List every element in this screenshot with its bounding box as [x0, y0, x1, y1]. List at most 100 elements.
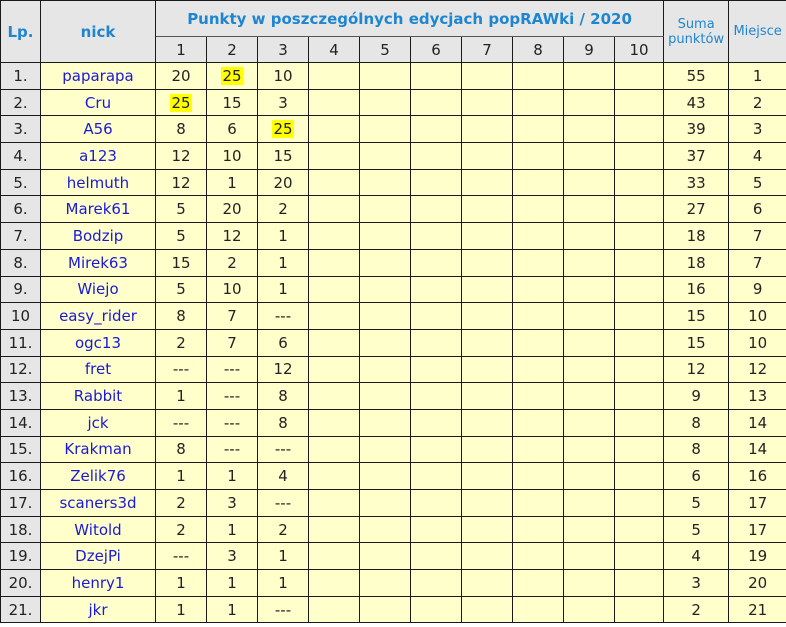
cell-score-edition-2: 3	[206, 489, 258, 517]
cell-score-edition-6	[410, 168, 462, 197]
table-row: 21. jkr 1 1 --- 2 21	[0, 595, 786, 624]
table-row: 13. Rabbit 1 --- 8 9 13	[0, 382, 786, 410]
table-row: 2. Cru 25 15 3 43 2	[0, 88, 786, 117]
cell-score-edition-10	[613, 542, 665, 571]
cell-lp: 17.	[0, 489, 41, 517]
table-row: 3. A56 8 6 25 39 3	[0, 115, 786, 144]
table-row: 15. Krakman 8 --- --- 8 14	[0, 435, 786, 464]
cell-suma: 15	[663, 328, 730, 357]
header-suma: Suma punktów	[663, 0, 730, 63]
cell-score-edition-10	[613, 435, 665, 464]
cell-score-edition-7	[461, 355, 513, 384]
header-edition-10: 10	[613, 36, 665, 63]
cell-score-edition-7	[461, 435, 513, 464]
cell-score-edition-6	[410, 435, 462, 464]
cell-score-edition-3: 1	[257, 222, 309, 250]
table-row: 12. fret --- --- 12 12 12	[0, 355, 786, 384]
cell-score-edition-3: 15	[257, 142, 309, 170]
cell-score-edition-7	[461, 248, 513, 277]
cell-score-edition-4	[308, 569, 360, 597]
cell-score-edition-3: 12	[257, 355, 309, 384]
table-row: 1. paparapa 20 25 10 55 1	[0, 62, 786, 90]
cell-score-edition-4	[308, 88, 360, 117]
cell-nick: jck	[40, 408, 156, 437]
cell-miejsce: 20	[728, 569, 786, 597]
cell-miejsce: 9	[728, 275, 786, 304]
cell-score-edition-8	[512, 142, 564, 170]
cell-score-edition-8	[512, 115, 564, 144]
header-edition-7: 7	[461, 36, 513, 63]
cell-miejsce: 16	[728, 462, 786, 490]
cell-suma: 5	[663, 489, 730, 517]
cell-score-edition-8	[512, 515, 564, 544]
cell-score-edition-4	[308, 382, 360, 410]
cell-lp: 4.	[0, 142, 41, 170]
cell-score-edition-9	[563, 302, 615, 330]
table-row: 6. Marek61 5 20 2 27 6	[0, 195, 786, 224]
cell-score-edition-1: 5	[155, 275, 207, 304]
cell-lp: 7.	[0, 222, 41, 250]
cell-score-edition-1: ---	[155, 355, 207, 384]
cell-suma: 4	[663, 542, 730, 571]
cell-score-edition-6	[410, 515, 462, 544]
cell-miejsce: 14	[728, 408, 786, 437]
cell-score-edition-7	[461, 195, 513, 224]
cell-score-edition-8	[512, 168, 564, 197]
cell-score-edition-6	[410, 382, 462, 410]
table-row: 5. helmuth 12 1 20 33 5	[0, 168, 786, 197]
cell-score-edition-4	[308, 115, 360, 144]
cell-score-edition-6	[410, 275, 462, 304]
cell-score-edition-3: ---	[257, 595, 309, 624]
cell-score-edition-1: 5	[155, 222, 207, 250]
header-group-title: Punkty w poszczególnych edycjach popRAWk…	[154, 0, 665, 37]
cell-suma: 12	[663, 355, 730, 384]
cell-score-edition-1: 1	[155, 462, 207, 490]
table-row: 8. Mirek63 15 2 1 18 7	[0, 248, 786, 277]
header-edition-5: 5	[359, 36, 411, 63]
cell-score-edition-1: 8	[155, 302, 207, 330]
cell-suma: 5	[663, 515, 730, 544]
cell-score-edition-4	[308, 489, 360, 517]
cell-score-edition-5	[359, 515, 411, 544]
cell-score-edition-3: 1	[257, 542, 309, 571]
cell-score-edition-10	[613, 88, 665, 117]
cell-suma: 55	[663, 62, 730, 90]
cell-score-edition-10	[613, 302, 665, 330]
cell-score-edition-4	[308, 62, 360, 90]
cell-score-edition-8	[512, 195, 564, 224]
cell-score-edition-10	[613, 328, 665, 357]
cell-lp: 3.	[0, 115, 41, 144]
cell-miejsce: 13	[728, 382, 786, 410]
table-row: 14. jck --- --- 8 8 14	[0, 408, 786, 437]
cell-miejsce: 7	[728, 222, 786, 250]
cell-score-edition-10	[613, 515, 665, 544]
cell-score-edition-4	[308, 275, 360, 304]
header-lp: Lp.	[0, 0, 41, 63]
cell-score-edition-1: 15	[155, 248, 207, 277]
cell-lp: 5.	[0, 168, 41, 197]
cell-score-edition-2: 2	[206, 248, 258, 277]
cell-score-edition-6	[410, 542, 462, 571]
cell-score-edition-8	[512, 328, 564, 357]
cell-miejsce: 12	[728, 355, 786, 384]
cell-score-edition-9	[563, 275, 615, 304]
cell-score-edition-4	[308, 542, 360, 571]
cell-miejsce: 4	[728, 142, 786, 170]
cell-score-edition-2: 12	[206, 222, 258, 250]
cell-miejsce: 14	[728, 435, 786, 464]
cell-score-edition-8	[512, 489, 564, 517]
highlighted-score: 25	[221, 66, 243, 85]
cell-score-edition-8	[512, 62, 564, 90]
cell-score-edition-6	[410, 88, 462, 117]
cell-suma: 18	[663, 222, 730, 250]
cell-score-edition-6	[410, 462, 462, 490]
cell-score-edition-9	[563, 515, 615, 544]
cell-nick: Krakman	[40, 435, 156, 464]
cell-score-edition-10	[613, 408, 665, 437]
cell-score-edition-1: 20	[155, 62, 207, 90]
cell-score-edition-7	[461, 382, 513, 410]
cell-score-edition-3: 8	[257, 382, 309, 410]
cell-score-edition-8	[512, 408, 564, 437]
header-edition-2: 2	[206, 36, 258, 63]
cell-nick: Bodzip	[40, 222, 156, 250]
